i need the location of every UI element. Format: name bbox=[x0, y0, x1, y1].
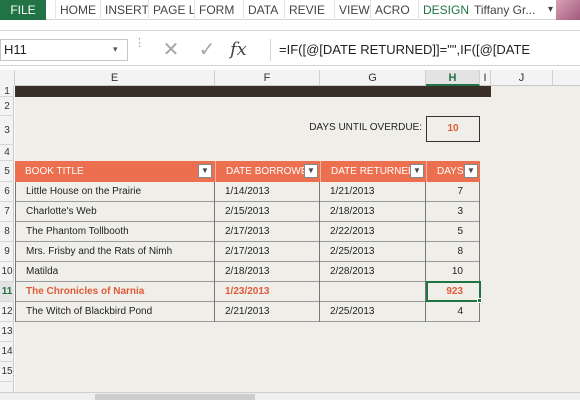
column-header-f[interactable]: F bbox=[215, 70, 320, 86]
header-label: BOOK TITLE bbox=[25, 166, 84, 177]
tab-home[interactable]: HOME bbox=[55, 0, 96, 20]
cell-date-borrowed[interactable]: 2/17/2013 bbox=[215, 242, 320, 262]
row-header[interactable]: 14 bbox=[0, 342, 14, 362]
table-row: Mrs. Frisby and the Rats of Nimh 2/17/20… bbox=[15, 242, 480, 262]
table-row: Little House on the Prairie 1/14/2013 1/… bbox=[15, 182, 480, 202]
cell-days[interactable]: 3 bbox=[426, 202, 480, 222]
header-days: DAYS ▼ bbox=[426, 161, 480, 182]
cell-days[interactable]: 10 bbox=[426, 262, 480, 282]
fill-handle[interactable] bbox=[477, 298, 482, 303]
column-header-g[interactable]: G bbox=[320, 70, 426, 86]
row-header[interactable]: 15 bbox=[0, 362, 14, 382]
tab-view[interactable]: VIEW bbox=[334, 0, 370, 20]
cell-book-title[interactable]: The Phantom Tollbooth bbox=[15, 222, 215, 242]
cancel-icon[interactable]: ✕ bbox=[160, 38, 182, 62]
cell-days[interactable]: 8 bbox=[426, 242, 480, 262]
cell-date-borrowed[interactable]: 1/23/2013 bbox=[215, 282, 320, 302]
cell-book-title[interactable]: Charlotte's Web bbox=[15, 202, 215, 222]
formula-bar: H11 ▾ ⋮ ✕ ✓ fx =IF([@[DATE RETURNED]]=""… bbox=[0, 30, 580, 66]
row-header[interactable]: 2 bbox=[0, 97, 14, 116]
tab-formulas[interactable]: FORM bbox=[194, 0, 234, 20]
column-header-h[interactable]: H bbox=[426, 70, 480, 86]
row-header[interactable]: 12 bbox=[0, 302, 14, 322]
table-row: The Phantom Tollbooth 2/17/2013 2/22/201… bbox=[15, 222, 480, 242]
days-until-overdue-label: DAYS UNTIL OVERDUE: bbox=[309, 122, 422, 133]
cell-date-returned[interactable]: 2/22/2013 bbox=[320, 222, 426, 242]
cell-date-returned[interactable]: 1/21/2013 bbox=[320, 182, 426, 202]
cell-date-returned[interactable]: 2/25/2013 bbox=[320, 302, 426, 322]
cell-days[interactable]: 4 bbox=[426, 302, 480, 322]
cell-book-title[interactable]: The Witch of Blackbird Pond bbox=[15, 302, 215, 322]
cell-book-title[interactable]: Mrs. Frisby and the Rats of Nimh bbox=[15, 242, 215, 262]
table-row: Matilda 2/18/2013 2/28/2013 10 bbox=[15, 262, 480, 282]
filter-dropdown-icon[interactable]: ▼ bbox=[304, 164, 318, 178]
table-row: Charlotte's Web 2/15/2013 2/18/2013 3 bbox=[15, 202, 480, 222]
active-cell-selection[interactable] bbox=[426, 281, 481, 302]
row-header[interactable]: 8 bbox=[0, 222, 14, 242]
formula-input[interactable]: =IF([@[DATE RETURNED]]="",IF([@[DATE bbox=[270, 39, 580, 61]
scrollbar-thumb[interactable] bbox=[95, 394, 255, 400]
filter-dropdown-icon[interactable]: ▼ bbox=[198, 164, 212, 178]
cell-days[interactable]: 7 bbox=[426, 182, 480, 202]
header-label: DATE RETURNED bbox=[331, 166, 411, 177]
header-date-returned: DATE RETURNED ▼ bbox=[320, 161, 426, 182]
tab-page-layout[interactable]: PAGE L bbox=[148, 0, 195, 20]
horizontal-scrollbar[interactable] bbox=[0, 392, 580, 400]
cell-date-returned[interactable]: 2/28/2013 bbox=[320, 262, 426, 282]
name-box[interactable]: H11 bbox=[0, 39, 128, 61]
select-all-corner[interactable] bbox=[0, 70, 15, 86]
header-label: DAYS bbox=[437, 166, 464, 177]
cell-date-returned[interactable] bbox=[320, 282, 426, 302]
row-header[interactable]: 7 bbox=[0, 202, 14, 222]
header-label: DATE BORROWE bbox=[226, 166, 304, 177]
enter-icon[interactable]: ✓ bbox=[196, 38, 218, 62]
column-headers: E F G H I J bbox=[0, 70, 580, 86]
cell-days[interactable]: 5 bbox=[426, 222, 480, 242]
row-header[interactable]: 10 bbox=[0, 262, 14, 282]
column-header-j[interactable]: J bbox=[491, 70, 553, 86]
ribbon-tabs: FILE HOME INSERT PAGE L FORM DATA REVIE … bbox=[0, 0, 580, 20]
header-book-title: BOOK TITLE ▼ bbox=[15, 161, 215, 182]
cell-date-borrowed[interactable]: 2/21/2013 bbox=[215, 302, 320, 322]
chevron-down-icon[interactable]: ▾ bbox=[548, 0, 553, 20]
formula-bar-grip-icon: ⋮ bbox=[134, 37, 145, 49]
row-header[interactable]: 9 bbox=[0, 242, 14, 262]
tab-design[interactable]: DESIGN bbox=[418, 0, 469, 20]
row-header[interactable]: 3 bbox=[0, 116, 14, 145]
row-header[interactable]: 6 bbox=[0, 182, 14, 202]
row-header[interactable]: 11 bbox=[0, 282, 14, 302]
tab-review[interactable]: REVIE bbox=[284, 0, 325, 20]
insert-function-icon[interactable]: fx bbox=[230, 39, 247, 60]
tab-file[interactable]: FILE bbox=[0, 0, 46, 20]
cell-date-borrowed[interactable]: 2/18/2013 bbox=[215, 262, 320, 282]
row-header[interactable]: 5 bbox=[0, 161, 14, 182]
row-header[interactable]: 4 bbox=[0, 145, 14, 161]
avatar[interactable] bbox=[556, 0, 580, 20]
cell-date-returned[interactable]: 2/25/2013 bbox=[320, 242, 426, 262]
row-headers: 1 2 3 4 5 6 7 8 9 10 11 12 13 14 15 bbox=[0, 86, 14, 400]
column-header-i[interactable]: I bbox=[480, 70, 491, 86]
table-row-overdue: The Chronicles of Narnia 1/23/2013 923 bbox=[15, 282, 480, 302]
row-header[interactable]: 1 bbox=[0, 86, 14, 97]
cell-date-borrowed[interactable]: 2/17/2013 bbox=[215, 222, 320, 242]
cell-book-title[interactable]: Matilda bbox=[15, 262, 215, 282]
header-date-borrowed: DATE BORROWE ▼ bbox=[215, 161, 320, 182]
user-name[interactable]: Tiffany Gr... bbox=[474, 0, 535, 20]
row-header[interactable]: 13 bbox=[0, 322, 14, 342]
tab-data[interactable]: DATA bbox=[243, 0, 278, 20]
days-until-overdue-input[interactable]: 10 bbox=[426, 116, 480, 142]
cell-date-borrowed[interactable]: 2/15/2013 bbox=[215, 202, 320, 222]
tab-insert[interactable]: INSERT bbox=[100, 0, 149, 20]
table-row: The Witch of Blackbird Pond 2/21/2013 2/… bbox=[15, 302, 480, 322]
banner-bar bbox=[15, 86, 491, 97]
column-header-e[interactable]: E bbox=[15, 70, 215, 86]
filter-dropdown-icon[interactable]: ▼ bbox=[410, 164, 424, 178]
cell-book-title[interactable]: Little House on the Prairie bbox=[15, 182, 215, 202]
filter-dropdown-icon[interactable]: ▼ bbox=[464, 164, 478, 178]
tab-acrobat[interactable]: ACRO bbox=[370, 0, 410, 20]
cell-book-title[interactable]: The Chronicles of Narnia bbox=[15, 282, 215, 302]
cell-date-returned[interactable]: 2/18/2013 bbox=[320, 202, 426, 222]
cell-date-borrowed[interactable]: 1/14/2013 bbox=[215, 182, 320, 202]
chevron-down-icon[interactable]: ▾ bbox=[113, 44, 118, 55]
